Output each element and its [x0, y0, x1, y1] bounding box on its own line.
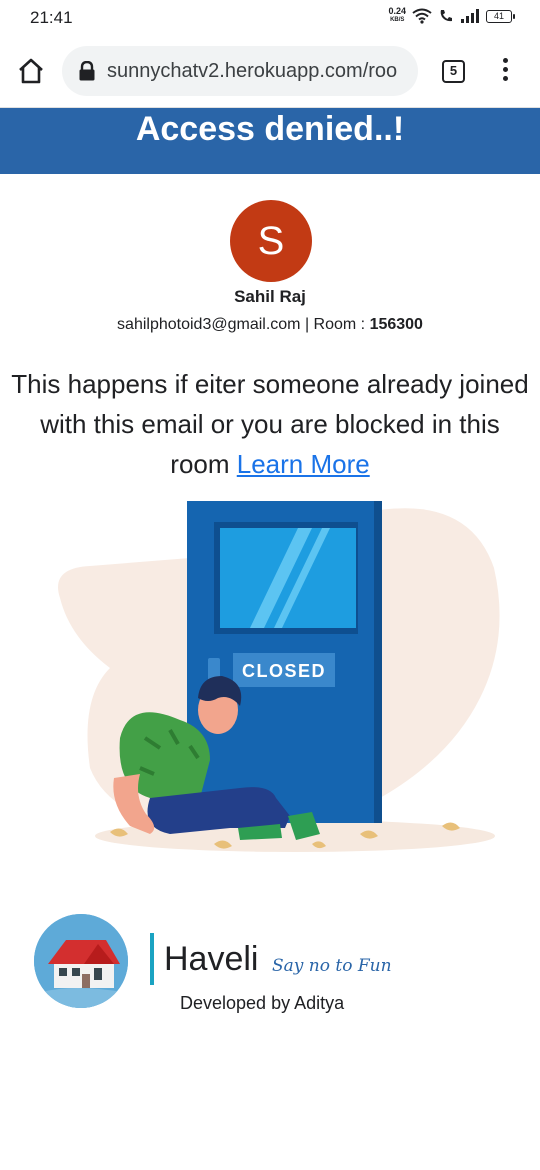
- header-banner: Access denied..!: [0, 108, 540, 174]
- developer-credit: Developed by Aditya: [180, 993, 345, 1013]
- room-label: | Room :: [300, 316, 370, 333]
- closed-door-illustration: CLOSED: [58, 501, 500, 852]
- status-bar: 21:41 0.24 KB/S 41: [0, 0, 540, 36]
- brand-name: Haveli: [164, 940, 259, 978]
- brand-divider: [150, 933, 154, 985]
- status-time: 21:41: [30, 8, 73, 27]
- house-icon: [34, 914, 128, 1008]
- address-bar[interactable]: sunnychatv2.herokuapp.com/roo: [62, 46, 418, 96]
- battery-icon: 41: [486, 9, 515, 23]
- user-name: Sahil Raj: [234, 287, 306, 306]
- background-blob-right: [380, 508, 500, 798]
- home-icon[interactable]: [16, 56, 46, 86]
- avatar: S: [230, 200, 312, 282]
- denied-message: This happens if eiter someone already jo…: [10, 364, 530, 484]
- user-info: sahilphotoid3@gmail.com | Room : 156300: [0, 316, 540, 334]
- signal-icon: [461, 9, 479, 23]
- url-text: sunnychatv2.herokuapp.com/roo: [107, 60, 398, 82]
- haveli-logo: [34, 914, 128, 1008]
- user-email: sahilphotoid3@gmail.com: [117, 316, 301, 333]
- tab-switcher-button[interactable]: 5: [442, 60, 465, 83]
- network-speed-value: 0.24: [388, 6, 406, 16]
- page-title: Access denied..!: [135, 110, 405, 148]
- more-menu-icon[interactable]: [495, 58, 515, 86]
- lock-icon: [79, 61, 95, 81]
- door-sign-text: CLOSED: [242, 661, 326, 681]
- network-speed: 0.24 KB/S: [388, 7, 406, 25]
- network-speed-unit: KB/S: [390, 17, 405, 23]
- brand-tagline: Say no to Fun: [272, 956, 392, 976]
- call-icon: [440, 10, 452, 22]
- room-number: 156300: [369, 316, 423, 333]
- browser-toolbar: sunnychatv2.herokuapp.com/roo 5: [0, 36, 540, 108]
- wifi-icon: [412, 8, 432, 24]
- status-icons: 0.24 KB/S 41: [388, 7, 515, 25]
- learn-more-link[interactable]: Learn More: [237, 449, 370, 479]
- door-edge: [374, 501, 382, 823]
